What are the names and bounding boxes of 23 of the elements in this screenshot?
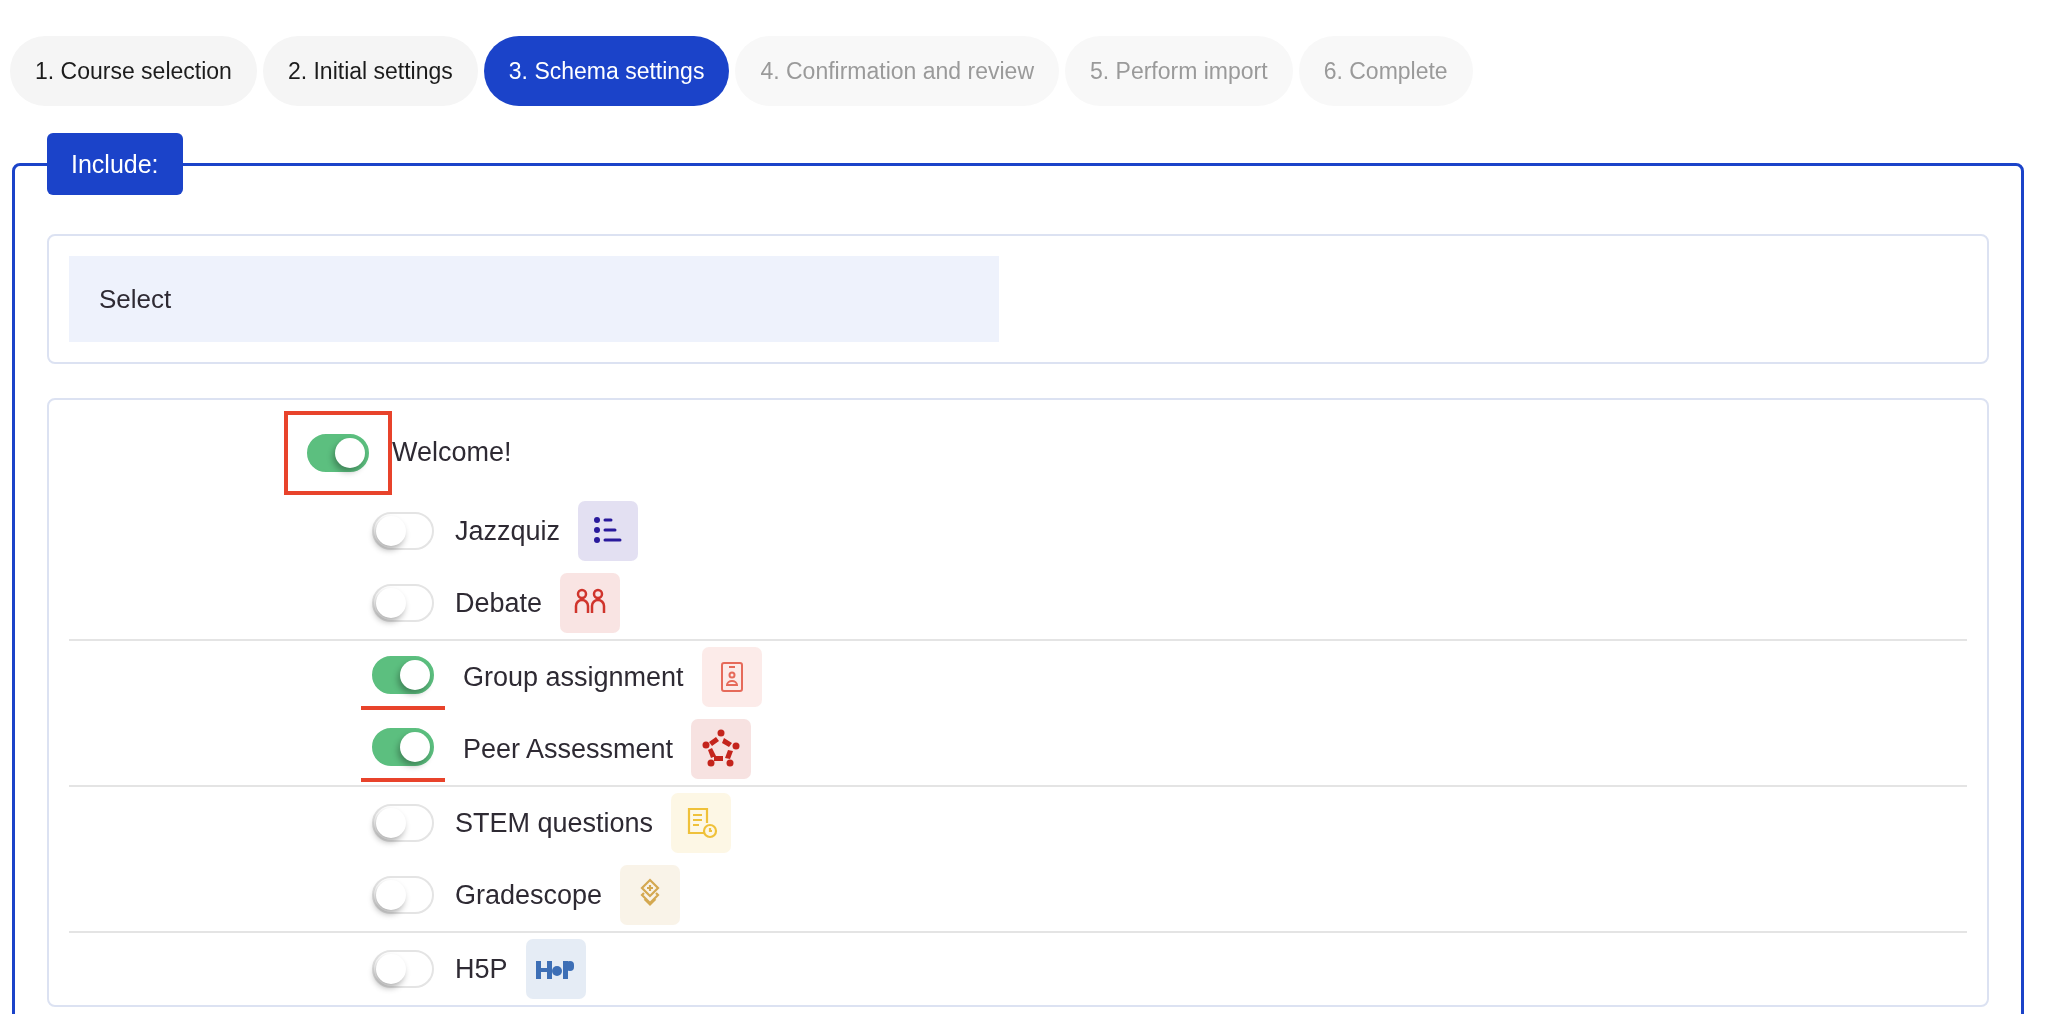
list-icon — [578, 501, 639, 561]
item-label: Group assignment — [463, 661, 684, 693]
item-label: Peer Assessment — [463, 733, 674, 765]
step-tab[interactable]: 2. Initial settings — [262, 36, 478, 106]
badge-icon — [701, 647, 762, 707]
doc-clock-icon — [671, 793, 732, 853]
step-tab[interactable]: 3. Schema settings — [483, 36, 730, 106]
toggle-switch[interactable] — [307, 433, 369, 472]
toggle-switch[interactable] — [372, 656, 434, 694]
include-legend: Include: — [47, 133, 183, 195]
item-label: Gradescope — [455, 879, 603, 911]
item-label: H5P — [455, 953, 508, 985]
people-icon — [560, 573, 621, 633]
item-label: Welcome! — [392, 437, 512, 468]
toggle-switch[interactable] — [372, 728, 434, 766]
circle-people-icon — [691, 719, 752, 779]
item-label: Jazzquiz — [455, 515, 561, 547]
diamonds-icon — [620, 865, 681, 925]
item-label: STEM questions — [455, 807, 654, 839]
step-tab[interactable]: 1. Course selection — [10, 36, 257, 106]
item-label: Debate — [455, 587, 543, 619]
blocks-icon — [525, 939, 586, 999]
select-field[interactable]: Select — [69, 256, 999, 342]
